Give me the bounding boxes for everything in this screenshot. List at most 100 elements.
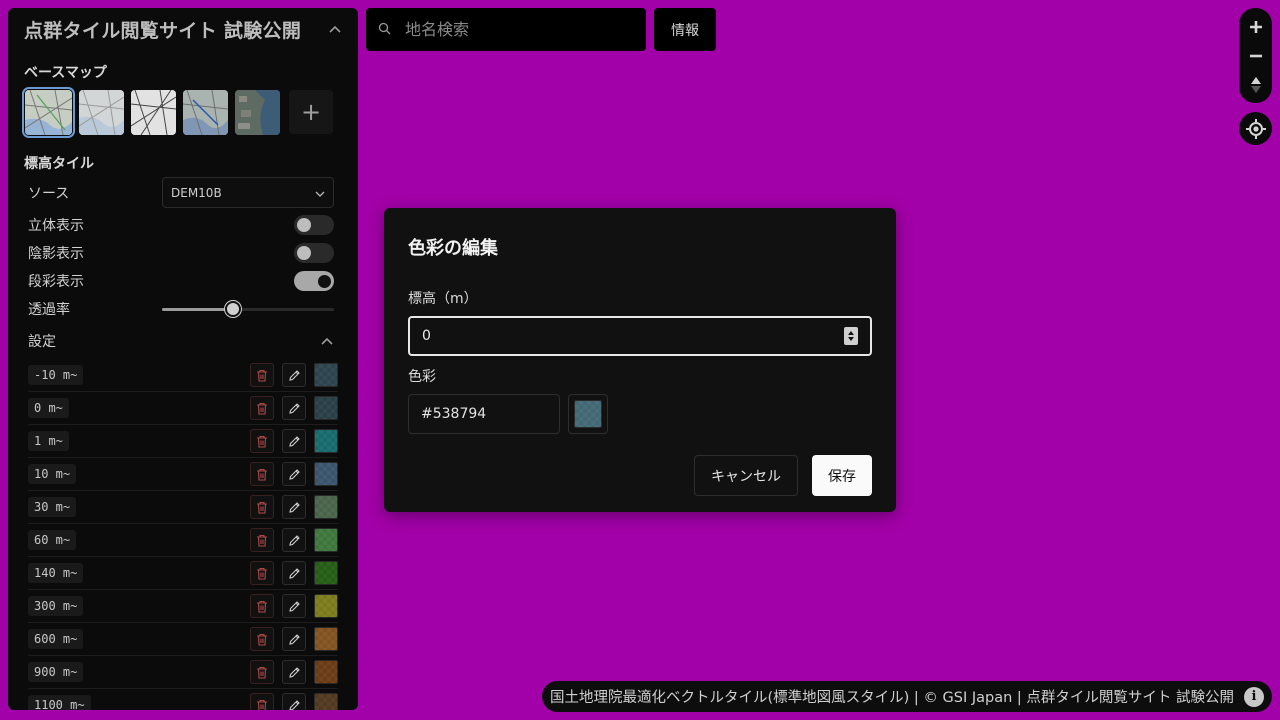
basemap-thumb-photo[interactable] (183, 90, 228, 135)
trash-icon[interactable] (250, 495, 274, 519)
dialog-actions: キャンセル 保存 (694, 455, 872, 496)
elevation-level-label: 1100 m~ (28, 695, 91, 710)
pencil-icon[interactable] (282, 396, 306, 420)
chevron-up-icon[interactable] (320, 334, 334, 348)
shade-toggle[interactable] (294, 243, 334, 263)
basemap-thumb-standard[interactable] (22, 87, 75, 138)
level-actions (250, 627, 338, 651)
elevation-level-label: 10 m~ (28, 464, 77, 484)
map-zoom-controls (1239, 8, 1272, 103)
elevation-level-row: 0 m~ (28, 392, 338, 425)
level-actions (250, 660, 338, 684)
relief-row: 立体表示 (8, 215, 358, 235)
elevation-level-label: 0 m~ (28, 398, 69, 418)
level-color-swatch[interactable] (314, 660, 338, 684)
elevation-level-row: 10 m~ (28, 458, 338, 491)
compass-icon[interactable] (1243, 72, 1269, 98)
level-color-swatch[interactable] (314, 396, 338, 420)
number-stepper-icon[interactable] (844, 327, 858, 345)
height-input-value: 0 (422, 328, 431, 344)
panel-header[interactable]: 点群タイル閲覧サイト 試験公開 (8, 8, 358, 50)
level-color-swatch[interactable] (314, 495, 338, 519)
settings-label: 設定 (28, 334, 56, 350)
level-color-swatch[interactable] (314, 429, 338, 453)
opacity-slider-handle[interactable] (224, 301, 241, 317)
panel-title: 点群タイル閲覧サイト 試験公開 (24, 19, 302, 42)
elevation-level-row: 600 m~ (28, 623, 338, 656)
relief-toggle[interactable] (294, 215, 334, 235)
search-input[interactable] (405, 20, 625, 39)
pencil-icon[interactable] (282, 495, 306, 519)
zoom-out-icon[interactable] (1243, 43, 1269, 69)
pencil-icon[interactable] (282, 594, 306, 618)
save-button[interactable]: 保存 (812, 455, 872, 496)
settings-header[interactable]: 設定 (8, 331, 358, 351)
trash-icon[interactable] (250, 429, 274, 453)
trash-icon[interactable] (250, 660, 274, 684)
level-color-swatch[interactable] (314, 693, 338, 710)
pencil-icon[interactable] (282, 429, 306, 453)
pencil-icon[interactable] (282, 528, 306, 552)
basemap-section-title: ベースマップ (24, 65, 107, 81)
trash-icon[interactable] (250, 528, 274, 552)
elevation-level-row: -10 m~ (28, 359, 338, 392)
level-actions (250, 363, 338, 387)
source-label: ソース (28, 185, 70, 202)
color-hex-input[interactable]: #538794 (408, 394, 560, 434)
color-input-row: #538794 (408, 394, 872, 434)
pencil-icon[interactable] (282, 627, 306, 651)
info-button[interactable]: 情報 (654, 8, 716, 51)
level-color-swatch[interactable] (314, 462, 338, 486)
trash-icon[interactable] (250, 627, 274, 651)
color-label: 色彩 (408, 369, 436, 385)
trash-icon[interactable] (250, 462, 274, 486)
level-color-swatch[interactable] (314, 561, 338, 585)
level-actions (250, 462, 338, 486)
color-picker-button[interactable] (568, 394, 608, 434)
basemap-thumb-blank[interactable] (131, 90, 176, 135)
pencil-icon[interactable] (282, 693, 306, 710)
pencil-icon[interactable] (282, 561, 306, 585)
search-icon (378, 20, 391, 39)
level-color-swatch[interactable] (314, 594, 338, 618)
cancel-button[interactable]: キャンセル (694, 455, 798, 496)
chevron-up-icon[interactable] (328, 22, 342, 36)
level-color-swatch[interactable] (314, 627, 338, 651)
elevation-level-label: -10 m~ (28, 365, 84, 385)
elevation-level-label: 30 m~ (28, 497, 77, 517)
info-icon[interactable]: i (1244, 686, 1264, 707)
source-select[interactable]: DEM10B (162, 177, 334, 208)
opacity-slider[interactable] (162, 299, 334, 319)
pencil-icon[interactable] (282, 660, 306, 684)
trash-icon[interactable] (250, 561, 274, 585)
elevation-level-label: 140 m~ (28, 563, 84, 583)
attribution-text: 国土地理院最適化ベクトルタイル(標準地図風スタイル) | © GSI Japan… (549, 690, 1234, 706)
add-basemap-button[interactable]: + (289, 90, 333, 134)
basemap-thumb-aerial[interactable] (235, 90, 280, 135)
elevation-level-label: 60 m~ (28, 530, 77, 550)
elevation-section-title: 標高タイル (24, 156, 94, 172)
geolocate-icon[interactable] (1239, 112, 1272, 145)
level-actions (250, 693, 338, 710)
pencil-icon[interactable] (282, 462, 306, 486)
elevation-level-row: 1100 m~ (28, 689, 338, 710)
search-box[interactable] (366, 8, 646, 51)
color-relief-toggle[interactable] (294, 271, 334, 291)
pencil-icon[interactable] (282, 363, 306, 387)
level-color-swatch[interactable] (314, 363, 338, 387)
level-color-swatch[interactable] (314, 528, 338, 552)
trash-icon[interactable] (250, 693, 274, 710)
trash-icon[interactable] (250, 396, 274, 420)
zoom-in-icon[interactable] (1243, 14, 1269, 40)
source-row: ソース DEM10B (8, 177, 358, 208)
side-panel: 点群タイル閲覧サイト 試験公開 ベースマップ + 標高タイル ソース DEM10… (8, 8, 358, 710)
elevation-level-row: 140 m~ (28, 557, 338, 590)
elevation-level-row: 1 m~ (28, 425, 338, 458)
height-input[interactable]: 0 (408, 316, 872, 356)
basemap-thumb-pale[interactable] (79, 90, 124, 135)
trash-icon[interactable] (250, 363, 274, 387)
trash-icon[interactable] (250, 594, 274, 618)
elevation-level-row: 60 m~ (28, 524, 338, 557)
elevation-level-label: 600 m~ (28, 629, 84, 649)
elevation-level-label: 300 m~ (28, 596, 84, 616)
